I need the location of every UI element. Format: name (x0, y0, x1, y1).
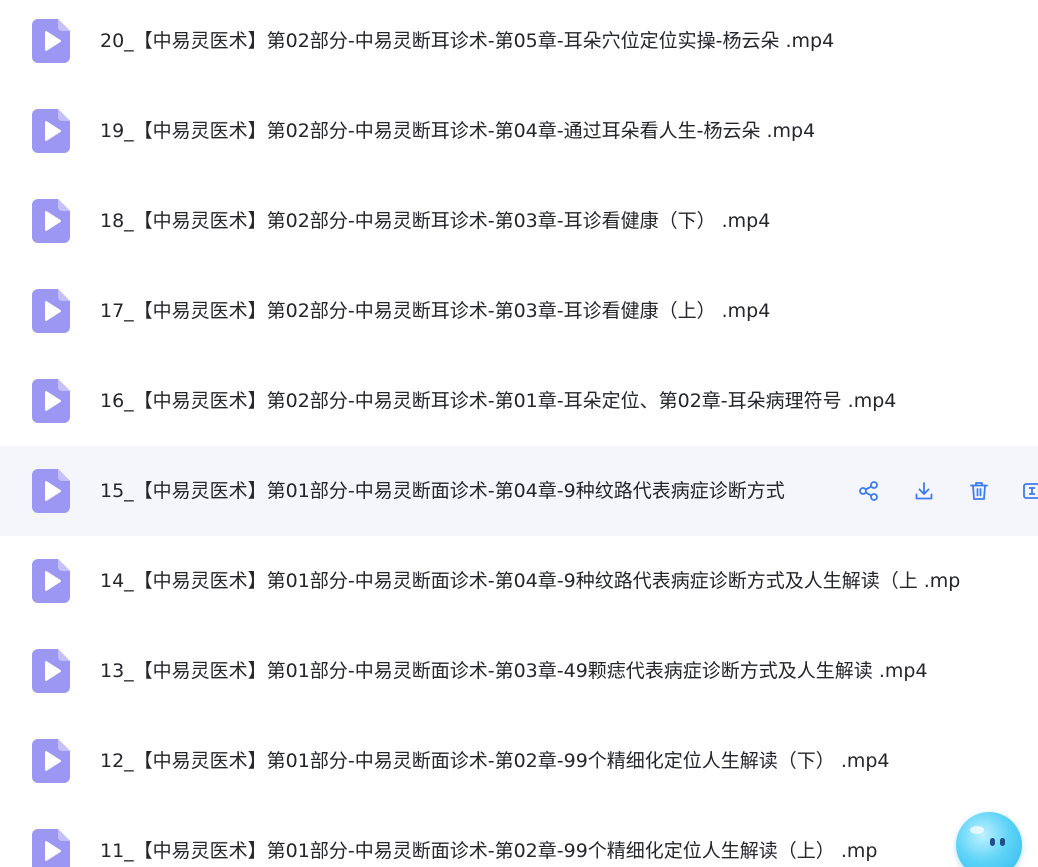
download-button[interactable] (911, 478, 937, 504)
video-file-icon (32, 469, 70, 513)
file-name[interactable]: 13_【中易灵医术】第01部分-中易灵断面诊术-第03章-49颗痣代表病症诊断方… (100, 659, 928, 683)
video-file-icon (32, 109, 70, 153)
file-row[interactable]: 19_【中易灵医术】第02部分-中易灵断耳诊术-第04章-通过耳朵看人生-杨云朵… (0, 86, 1038, 176)
share-icon (858, 480, 880, 502)
video-file-icon (32, 559, 70, 603)
file-row[interactable]: 14_【中易灵医术】第01部分-中易灵断面诊术-第04章-9种纹路代表病症诊断方… (0, 536, 1038, 626)
video-file-icon (32, 199, 70, 243)
file-name[interactable]: 18_【中易灵医术】第02部分-中易灵断耳诊术-第03章-耳诊看健康（下） .m… (100, 209, 770, 233)
file-row[interactable]: 13_【中易灵医术】第01部分-中易灵断面诊术-第03章-49颗痣代表病症诊断方… (0, 626, 1038, 716)
file-row[interactable]: 12_【中易灵医术】第01部分-中易灵断面诊术-第02章-99个精细化定位人生解… (0, 716, 1038, 806)
file-name[interactable]: 20_【中易灵医术】第02部分-中易灵断耳诊术-第05章-耳朵穴位定位实操-杨云… (100, 29, 834, 53)
video-file-icon (32, 829, 70, 867)
file-row[interactable]: 18_【中易灵医术】第02部分-中易灵断耳诊术-第03章-耳诊看健康（下） .m… (0, 176, 1038, 266)
video-file-icon (32, 739, 70, 783)
delete-button[interactable] (966, 478, 992, 504)
file-name[interactable]: 14_【中易灵医术】第01部分-中易灵断面诊术-第04章-9种纹路代表病症诊断方… (100, 569, 960, 593)
video-file-icon (32, 19, 70, 63)
more-icon (1021, 480, 1038, 502)
file-name[interactable]: 12_【中易灵医术】第01部分-中易灵断面诊术-第02章-99个精细化定位人生解… (100, 749, 890, 773)
file-row[interactable]: 17_【中易灵医术】第02部分-中易灵断耳诊术-第03章-耳诊看健康（上） .m… (0, 266, 1038, 356)
file-row[interactable]: 15_【中易灵医术】第01部分-中易灵断面诊术-第04章-9种纹路代表病症诊断方… (0, 446, 1038, 536)
file-list: 20_【中易灵医术】第02部分-中易灵断耳诊术-第05章-耳朵穴位定位实操-杨云… (0, 0, 1038, 867)
assistant-shine (970, 826, 984, 834)
file-name[interactable]: 11_【中易灵医术】第01部分-中易灵断面诊术-第02章-99个精细化定位人生解… (100, 839, 877, 863)
file-name[interactable]: 19_【中易灵医术】第02部分-中易灵断耳诊术-第04章-通过耳朵看人生-杨云朵… (100, 119, 815, 143)
file-name[interactable]: 17_【中易灵医术】第02部分-中易灵断耳诊术-第03章-耳诊看健康（上） .m… (100, 299, 770, 323)
download-icon (913, 480, 935, 502)
video-file-icon (32, 289, 70, 333)
file-name[interactable]: 16_【中易灵医术】第02部分-中易灵断耳诊术-第01章-耳朵定位、第02章-耳… (100, 389, 896, 413)
more-button[interactable] (1019, 478, 1038, 504)
file-row[interactable]: 16_【中易灵医术】第02部分-中易灵断耳诊术-第01章-耳朵定位、第02章-耳… (0, 356, 1038, 446)
file-row[interactable]: 11_【中易灵医术】第01部分-中易灵断面诊术-第02章-99个精细化定位人生解… (0, 806, 1038, 867)
file-name[interactable]: 15_【中易灵医术】第01部分-中易灵断面诊术-第04章-9种纹路代表病症诊断方… (100, 479, 846, 503)
delete-icon (968, 480, 990, 502)
share-button[interactable] (856, 478, 882, 504)
file-row[interactable]: 20_【中易灵医术】第02部分-中易灵断耳诊术-第05章-耳朵穴位定位实操-杨云… (0, 0, 1038, 86)
assistant-eye (990, 838, 995, 846)
assistant-eye (1000, 838, 1005, 846)
video-file-icon (32, 649, 70, 693)
video-file-icon (32, 379, 70, 423)
